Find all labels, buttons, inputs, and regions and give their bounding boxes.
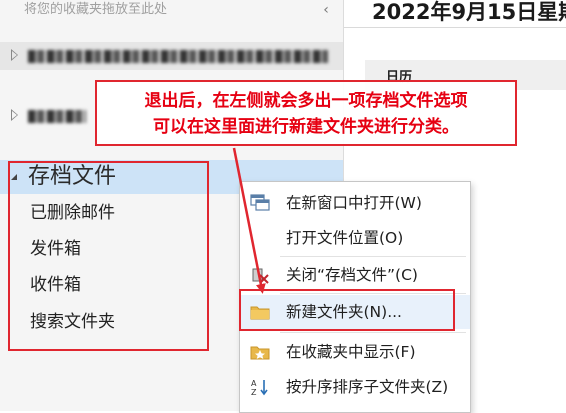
close-data-file-icon <box>252 268 269 284</box>
divider <box>344 27 566 28</box>
menu-item-label: 在收藏夹中显示(F) <box>286 343 416 361</box>
annotation-highlight-box <box>8 161 209 351</box>
expand-arrow-icon[interactable] <box>11 109 18 121</box>
favorites-drop-hint: 将您的收藏夹拖放至此处 <box>24 2 168 17</box>
date-heading: 2022年9月15日星期 <box>372 0 566 24</box>
annotation-highlight-box <box>239 289 455 331</box>
annotation-callout: 退出后，在左侧就会多出一项存档文件选项 可以在这里面进行新建文件夹进行分类。 <box>95 80 517 146</box>
menu-open-file-location[interactable]: 打开文件位置(O) <box>240 221 470 255</box>
menu-close-archive[interactable]: 关闭“存档文件”(C) <box>240 258 470 292</box>
svg-text:A: A <box>251 379 257 388</box>
menu-item-label: 打开文件位置(O) <box>286 229 404 247</box>
menu-show-in-favorites[interactable]: 在收藏夹中显示(F) <box>240 335 470 369</box>
callout-line: 退出后，在左侧就会多出一项存档文件选项 <box>144 91 468 111</box>
sort-az-icon: A Z <box>251 379 268 396</box>
menu-item-label: 关闭“存档文件”(C) <box>286 266 418 284</box>
menu-open-new-window[interactable]: 在新窗口中打开(W) <box>240 186 470 220</box>
svg-text:Z: Z <box>251 388 257 396</box>
new-window-icon <box>250 194 270 211</box>
menu-separator <box>280 256 466 257</box>
menu-separator <box>280 332 466 333</box>
menu-item-label: 在新窗口中打开(W) <box>286 194 422 212</box>
menu-item-label: 按升序排序子文件夹(Z) <box>286 378 449 396</box>
menu-sort-subfolders[interactable]: A Z 按升序排序子文件夹(Z) <box>240 370 470 404</box>
expand-arrow-icon[interactable] <box>11 49 18 61</box>
collapse-pane-icon[interactable]: ‹ <box>319 0 333 20</box>
favorite-folder-icon <box>250 346 270 360</box>
blurred-account-name <box>28 50 328 63</box>
blurred-account-name <box>28 110 86 123</box>
callout-line: 可以在这里面进行新建文件夹进行分类。 <box>153 117 459 137</box>
account-row[interactable] <box>0 42 343 70</box>
